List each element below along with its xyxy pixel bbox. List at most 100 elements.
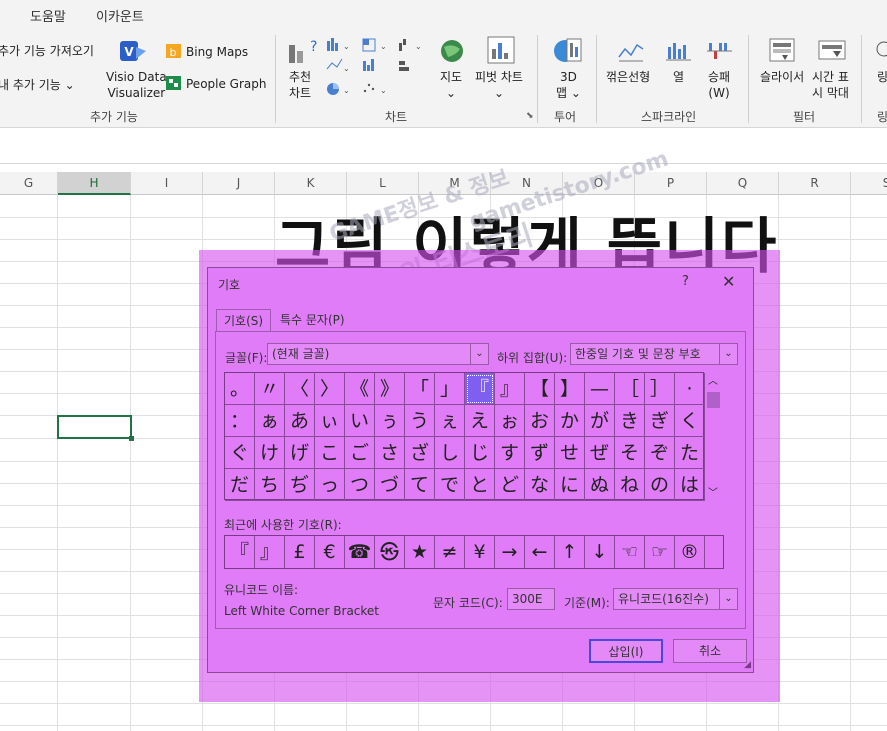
symbol-scrollbar[interactable]: ︿ ﹀ [704,372,722,500]
symbol-cell[interactable]: い [345,405,375,437]
recent-symbol-cell[interactable]: ☞ [645,536,675,568]
symbol-cell[interactable]: ぢ [285,469,315,501]
symbol-cell[interactable]: の [645,469,675,501]
symbol-cell[interactable]: じ [465,437,495,469]
symbol-cell[interactable]: ］ [645,373,675,405]
symbol-cell[interactable]: は [675,469,705,501]
tab-account[interactable]: 이카운트 [96,6,144,25]
column-header-s[interactable]: S [851,172,887,195]
symbol-cell[interactable]: げ [285,437,315,469]
recent-symbol-cell[interactable]: 』 [255,536,285,568]
symbol-cell[interactable]: に [555,469,585,501]
subset-select[interactable]: 한중일 기호 및 문장 부호 ⌄ [570,343,738,365]
symbol-cell[interactable]: ぬ [585,469,615,501]
symbol-cell[interactable]: 〉 [315,373,345,405]
symbol-cell[interactable]: 』 [495,373,525,405]
symbol-cell[interactable]: し [435,437,465,469]
resize-grip-icon[interactable]: ◢ [744,660,751,670]
symbol-cell[interactable]: 」 [435,373,465,405]
symbol-cell[interactable]: さ [375,437,405,469]
recent-symbol-cell[interactable]: ¥ [465,536,495,568]
chevron-down-icon[interactable]: ﹀ [708,484,718,499]
scroll-thumb[interactable] [707,392,720,408]
recent-symbol-cell[interactable]: ↑ [555,536,585,568]
recent-symbol-cell[interactable]: ← [525,536,555,568]
symbol-cell[interactable]: — [585,373,615,405]
symbol-cell[interactable]: き [615,405,645,437]
symbol-cell[interactable]: づ [375,469,405,501]
column-header-r[interactable]: R [779,172,851,195]
symbol-cell[interactable]: て [405,469,435,501]
symbol-cell[interactable]: ： [225,405,255,437]
symbol-cell[interactable]: か [555,405,585,437]
tab-symbols[interactable]: 기호(S) [216,309,272,331]
symbol-cell[interactable]: ち [255,469,285,501]
symbol-cell[interactable]: っ [315,469,345,501]
my-addins-button[interactable]: 내 추가 기능 ⌄ [0,77,75,93]
symbol-cell[interactable]: な [525,469,555,501]
recent-symbol-cell[interactable]: 『 [225,536,255,568]
symbol-cell[interactable]: 【 [525,373,555,405]
symbol-cell[interactable]: · [675,373,705,405]
symbol-cell[interactable]: 》 [375,373,405,405]
symbol-cell[interactable]: 。 [225,373,255,405]
symbol-cell[interactable]: と [465,469,495,501]
column-header-i[interactable]: I [131,172,203,195]
sparkline-winloss-button[interactable]: 승패 (W) [708,69,730,101]
tab-special-characters[interactable]: 특수 문자(P) [273,309,352,331]
recent-symbol-cell[interactable]: ≠ [435,536,465,568]
symbol-cell[interactable]: ぇ [435,405,465,437]
symbol-cell[interactable]: つ [345,469,375,501]
symbol-cell[interactable]: 「 [405,373,435,405]
symbol-cell[interactable]: 『 [465,373,495,405]
symbol-cell[interactable]: ぞ [645,437,675,469]
help-icon[interactable]: ? [682,274,689,289]
recent-symbol-cell[interactable]: ☎ [345,536,375,568]
recent-symbol-cell[interactable]: ® [675,536,705,568]
symbol-cell[interactable]: 〃 [255,373,285,405]
symbol-cell[interactable]: ね [615,469,645,501]
symbol-cell[interactable]: く [675,405,705,437]
symbol-cell[interactable]: ぁ [255,405,285,437]
symbol-cell[interactable]: だ [225,469,255,501]
symbol-cell[interactable]: で [435,469,465,501]
column-header-k[interactable]: K [275,172,347,195]
symbol-cell[interactable]: た [675,437,705,469]
symbol-cell[interactable]: 〈 [285,373,315,405]
symbol-cell[interactable]: ［ [615,373,645,405]
cancel-button[interactable]: 취소 [673,639,747,663]
selected-cell[interactable] [57,415,134,441]
symbol-cell[interactable]: け [255,437,285,469]
chevron-up-icon[interactable]: ︿ [708,372,718,387]
symbol-cell[interactable]: う [405,405,435,437]
column-header-q[interactable]: Q [707,172,779,195]
timeline-button[interactable]: 시간 표시 막대 [812,69,849,101]
symbol-cell[interactable]: お [525,405,555,437]
symbol-cell[interactable]: ご [345,437,375,469]
maps-button[interactable]: 지도 ⌄ [440,69,462,101]
symbol-cell[interactable]: ど [495,469,525,501]
tab-help[interactable]: 도움말 [30,6,66,25]
insert-button[interactable]: 삽입(I) [589,639,663,663]
symbol-cell[interactable]: ず [525,437,555,469]
symbol-cell[interactable]: こ [315,437,345,469]
symbol-cell[interactable]: 《 [345,373,375,405]
get-addins-button[interactable]: 추가 기능 가져오기 [0,43,94,59]
column-header-g[interactable]: G [0,172,58,195]
formula-bar[interactable] [0,128,887,164]
from-select[interactable]: 유니코드(16진수) ⌄ [613,588,738,610]
recent-symbol-cell[interactable]: ☜ [615,536,645,568]
recent-symbol-cell[interactable]: ㉿ [375,536,405,568]
symbol-cell[interactable]: そ [615,437,645,469]
bing-maps-button[interactable]: Bing Maps [186,44,248,60]
sparkline-column-button[interactable]: 열 [673,69,684,85]
symbol-cell[interactable]: ぜ [585,437,615,469]
3d-map-button[interactable]: 3D 맵 ⌄ [556,69,581,101]
recent-symbol-cell[interactable]: £ [285,536,315,568]
recent-symbol-cell[interactable]: ↓ [585,536,615,568]
recent-symbol-cell[interactable]: € [315,536,345,568]
dialog-launcher-icon[interactable]: ⬊ [526,111,534,121]
column-header-j[interactable]: J [203,172,275,195]
slicer-button[interactable]: 슬라이서 [760,69,804,85]
symbol-cell[interactable]: え [465,405,495,437]
